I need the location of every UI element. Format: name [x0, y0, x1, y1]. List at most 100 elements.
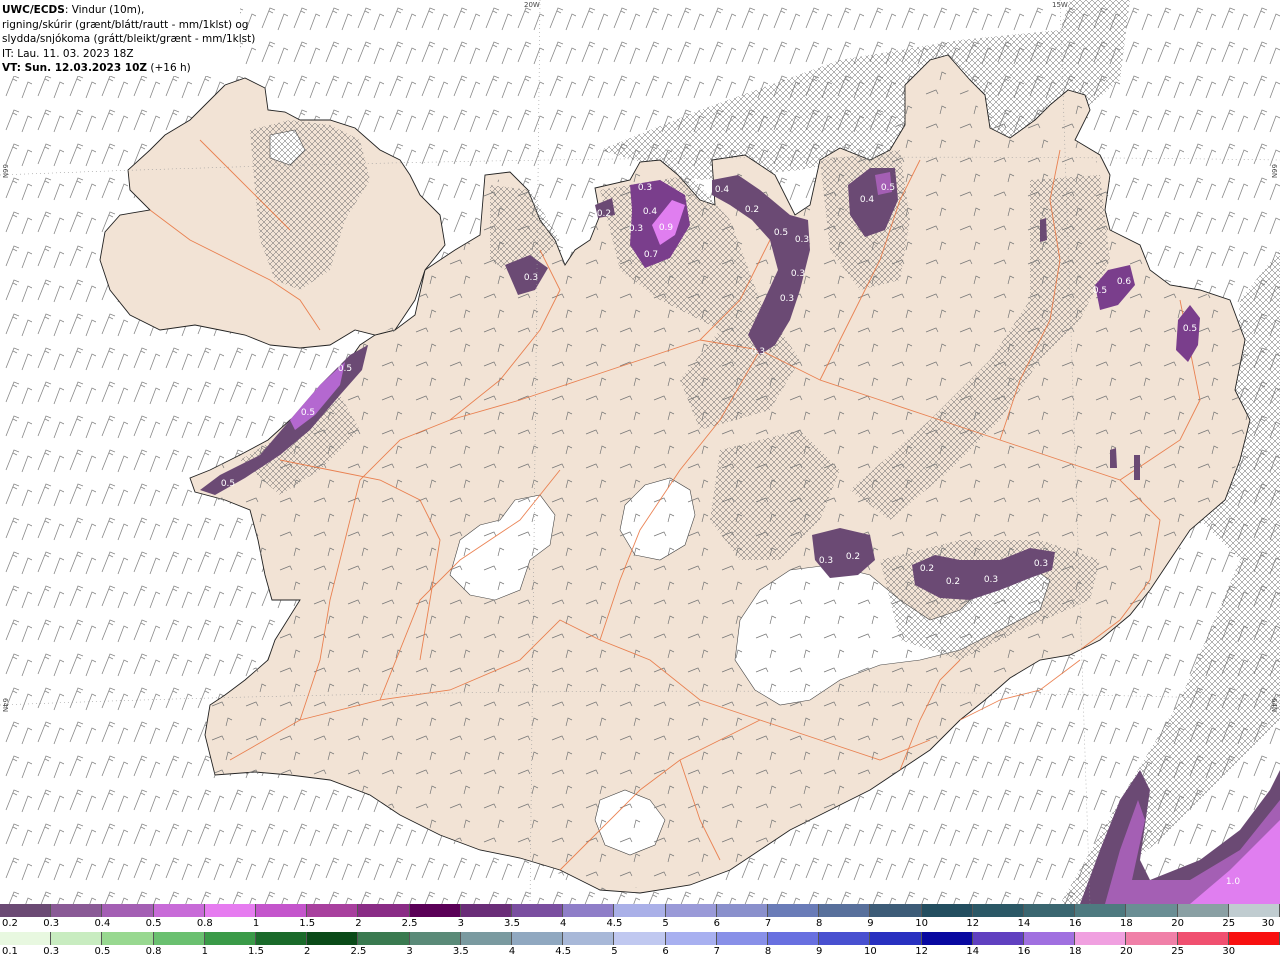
weather-map: 0.50.50.50.30.20.30.40.3 0.90.70.40.20.50…	[0, 0, 1280, 904]
snow-scale-tick: 9	[867, 918, 874, 929]
rain-scale-swatch	[204, 932, 257, 945]
rain-scale-swatch	[1024, 932, 1076, 945]
rain-scale-tick: 6	[662, 946, 669, 957]
snow-scale-tick: 10	[915, 918, 928, 929]
rain-scale-swatch	[358, 932, 410, 945]
snow-scale-tick: 20	[1171, 918, 1184, 929]
rain-scale-tick: 20	[1120, 946, 1133, 957]
grid-label-64n-right: 64N	[1270, 698, 1278, 713]
snow-scale-tick: 5	[662, 918, 669, 929]
rain-scale-swatch	[409, 932, 461, 945]
rain-scale-swatch	[1126, 932, 1178, 945]
snow-scale-swatch	[256, 904, 308, 917]
snow-scale-tick: 0.2	[2, 918, 18, 929]
grid-label-15w: 15W	[1052, 1, 1068, 9]
rain-scale-swatch	[614, 932, 666, 945]
rain-scale-swatch	[768, 932, 820, 945]
precip-value-label: 0.3	[751, 347, 765, 357]
precip-value-label: 0.2	[920, 564, 934, 574]
rain-scale-tick: 25	[1171, 946, 1184, 957]
precip-value-label: 0.4	[715, 185, 730, 195]
snow-scale-tick: 30	[1261, 918, 1275, 929]
rain-scale-swatch	[460, 932, 513, 945]
snow-scale-swatch	[1024, 904, 1076, 917]
rain-scale-swatch	[563, 932, 615, 945]
precip-value-label: 0.2	[846, 552, 860, 562]
snow-scale-tick: 4	[560, 918, 567, 929]
precip-value-label: 0.3	[780, 294, 794, 304]
precip-east-small-b	[1110, 448, 1117, 468]
info-line-3: slydda/snjókoma (grátt/bleikt/grænt - mm…	[2, 33, 256, 45]
snow-scale-tick: 2.5	[401, 918, 418, 929]
rain-scale-tick: 0.3	[43, 946, 60, 957]
snow-scale-tick: 3	[457, 918, 464, 929]
rain-scale-tick: 2.5	[350, 946, 367, 957]
rain-scale-swatch	[102, 932, 154, 945]
snow-scale-swatch	[614, 904, 666, 917]
rain-scale-tick: 12	[915, 946, 928, 957]
precip-value-label: 0.3	[524, 273, 538, 283]
product-name: UWC/ECDS	[2, 4, 65, 16]
precip-value-label: 0.2	[745, 205, 759, 215]
precip-value-label: 0.5	[774, 228, 788, 238]
rain-scale-tick: 2	[304, 946, 311, 957]
snow-scale-swatch	[409, 904, 461, 917]
snow-scale-tick: 6	[713, 918, 720, 929]
snow-scale-swatch	[153, 904, 205, 917]
init-time: IT: Lau. 11. 03. 2023 18Z	[2, 47, 134, 60]
rain-colorscale	[0, 932, 1280, 945]
rain-scale-tick: 5	[611, 946, 618, 957]
product-desc: : Vindur (10m),	[64, 4, 145, 16]
rain-scale-tick: 7	[713, 946, 720, 957]
snow-scale-tick: 0.5	[145, 918, 162, 929]
precip-value-label: 0.3	[638, 183, 652, 193]
snow-scale-swatch	[1075, 904, 1127, 917]
rain-scale-swatch	[1075, 932, 1127, 945]
snow-scale-swatch	[460, 904, 513, 917]
precip-value-label: 0.2	[597, 209, 611, 219]
snow-scale-tick: 12	[966, 918, 980, 929]
grid-label-66n-right: 66N	[1270, 164, 1278, 179]
precip-value-label: 0.3	[1034, 559, 1048, 569]
rain-scale-tick: 10	[864, 946, 877, 957]
snow-scale-swatch	[1177, 904, 1229, 917]
snow-scale-swatch	[563, 904, 615, 917]
precip-value-label: 0.5	[221, 479, 235, 489]
rain-scale-swatch	[870, 932, 922, 945]
grid-label-64n-left: 64N	[1, 698, 9, 713]
rain-scale-swatch	[921, 932, 973, 945]
precip-value-label: 0.5	[1183, 324, 1197, 334]
snow-scale-tick: 25	[1222, 918, 1236, 929]
precip-value-label: 0.3	[795, 235, 809, 245]
snow-scale-tick: 0.3	[43, 918, 60, 929]
precip-value-label: 0.5	[338, 364, 352, 374]
snow-scale-tick: 14	[1017, 918, 1031, 929]
rain-scale-tick: 0.8	[145, 946, 162, 957]
precip-east-small-a	[1040, 218, 1047, 242]
precip-east-small-c	[1134, 455, 1140, 480]
forecast-hour: (+16 h)	[147, 62, 191, 74]
snow-scale-swatch	[870, 904, 922, 917]
rain-scale-swatch	[1177, 932, 1229, 945]
snow-scale-tick: 0.8	[196, 918, 213, 929]
rain-scale-swatch	[716, 932, 769, 945]
rain-scale-swatch	[972, 932, 1025, 945]
precip-value-label: 0.3	[819, 556, 833, 566]
rain-scale-tick: 1	[201, 946, 208, 957]
precip-value-label: 0.3	[629, 224, 643, 234]
valid-time: VT: Sun. 12.03.2023 10Z	[2, 62, 148, 74]
snow-scale-swatch	[307, 904, 359, 917]
snow-scale-tick: 1.5	[299, 918, 316, 929]
snow-scale-tick: 4.5	[606, 918, 623, 929]
snow-scale-swatch	[716, 904, 769, 917]
precip-value-label: 0.7	[644, 250, 658, 260]
rain-scale-swatch	[307, 932, 359, 945]
snow-scale-swatch	[0, 904, 52, 917]
grid-label-20w: 20W	[524, 1, 540, 9]
rain-scale-tick: 14	[966, 946, 980, 957]
snow-scale-swatch	[1126, 904, 1178, 917]
precip-value-label: 0.5	[1093, 286, 1107, 296]
info-line-5: VT: Sun. 12.03.2023 10Z (+16 h)	[2, 61, 240, 76]
snow-scale-tick: 16	[1068, 918, 1082, 929]
precip-value-label: 0.3	[791, 269, 805, 279]
